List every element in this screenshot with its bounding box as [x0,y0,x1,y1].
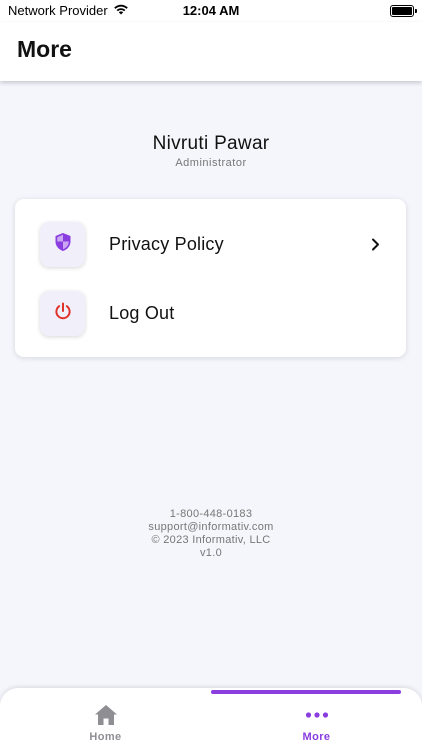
status-bar: Network Provider 12:04 AM [0,0,422,22]
logout-icon-box [40,290,85,336]
log-out-label: Log Out [109,302,175,323]
home-icon [0,704,211,726]
battery-fill [392,7,412,15]
support-phone: 1-800-448-0183 [169,508,253,520]
user-profile: Nivruti Pawar Administrator [0,133,422,169]
power-icon [53,301,73,326]
status-time: 12:04 AM [182,3,240,18]
user-role: Administrator [175,157,247,169]
privacy-policy-item[interactable]: Privacy Policy [15,209,406,279]
copyright-text: © 2023 Informativ, LLC [151,534,271,546]
tab-home-label: Home [89,731,122,743]
privacy-policy-label: Privacy Policy [109,233,224,254]
tab-home[interactable]: Home [0,688,211,750]
privacy-icon-box [40,221,85,267]
more-screen: Network Provider 12:04 AM More Nivruti P… [0,0,422,750]
shield-icon [54,232,72,257]
log-out-item[interactable]: Log Out [15,278,406,348]
page-header: More [0,22,422,81]
chevron-right-icon [368,237,382,251]
menu-card: Privacy Policy Log Out [15,199,406,357]
battery-icon [390,5,417,17]
app-version: v1.0 [200,547,222,559]
bottom-tab-bar: Home More [0,688,422,750]
user-name: Nivruti Pawar [152,133,270,154]
active-tab-indicator [211,690,401,694]
page-title: More [17,36,72,62]
tab-more-label: More [302,731,331,743]
support-email: support@informativ.com [148,521,274,533]
contact-info: 1-800-448-0183 support@informativ.com © … [0,508,422,560]
tab-more[interactable]: More [211,688,422,750]
more-dots-icon [211,704,422,726]
